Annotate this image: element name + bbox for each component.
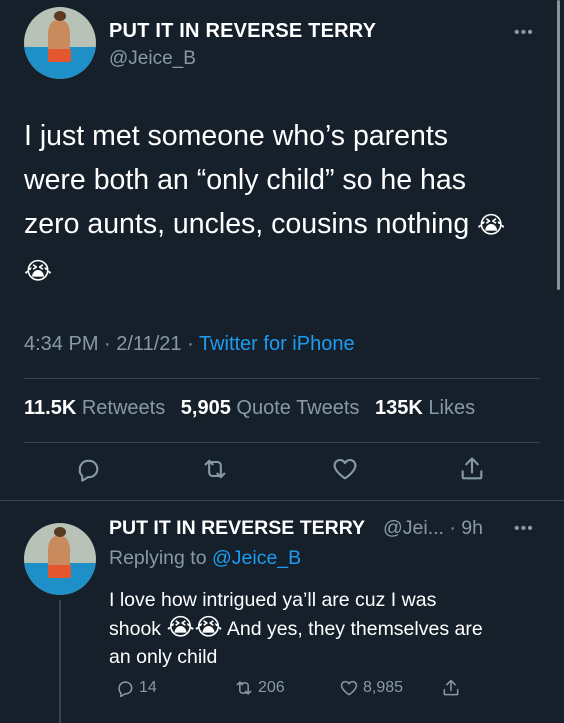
quote-tweets-stat[interactable]: 5,905 Quote Tweets [181, 397, 360, 419]
reply-handle-time[interactable]: @Jei... · 9h [383, 517, 483, 540]
tweet-text-line: zero aunts, uncles, cousins nothing 😭 [24, 208, 506, 240]
reply-text: I love how intrigued ya’ll are cuz I was… [109, 589, 483, 668]
reply-author-name[interactable]: PUT IT IN REVERSE TERRY [109, 517, 365, 540]
tweet-text: I just met someone who’s parents were bo… [24, 114, 534, 294]
tweet-text-line: were both an “only child” so he has [24, 164, 467, 196]
reply-share-button[interactable] [441, 678, 461, 698]
replying-to: Replying to @Jeice_B [109, 547, 302, 569]
reply-icon[interactable] [74, 455, 102, 483]
crying-emoji-icon: 😭 [477, 212, 506, 239]
tweet-meta: 4:34 PM · 2/11/21 · Twitter for iPhone [24, 333, 355, 355]
like-icon[interactable] [331, 455, 359, 483]
retweet-icon[interactable] [201, 455, 229, 483]
share-icon[interactable] [458, 455, 486, 483]
crying-emoji-icon: 😭 [166, 614, 195, 641]
tweet-text-line: I just met someone who’s parents [24, 120, 449, 152]
divider [24, 378, 540, 379]
replying-to-link[interactable]: @Jeice_B [212, 547, 301, 569]
share-icon [443, 679, 459, 696]
scrollbar[interactable] [557, 0, 560, 290]
author-handle[interactable]: @Jeice_B [109, 48, 196, 70]
crying-emoji-icon: 😭 [194, 614, 223, 641]
reply-icon [118, 681, 133, 698]
reply-more-options-icon[interactable]: ••• [514, 520, 534, 538]
reply-like-button[interactable]: 8,985 [339, 678, 403, 698]
more-options-icon[interactable]: ••• [514, 24, 534, 42]
divider [0, 500, 564, 501]
divider [24, 442, 540, 443]
tweet-stats: 11.5K Retweets 5,905 Quote Tweets 135K L… [24, 397, 475, 420]
tweet-date[interactable]: 2/11/21 [116, 333, 181, 355]
thread-line [59, 600, 61, 723]
like-icon [340, 680, 358, 696]
author-avatar[interactable] [24, 7, 96, 79]
reply-reply-button[interactable]: 14 [115, 678, 157, 698]
author-name[interactable]: PUT IT IN REVERSE TERRY [109, 20, 376, 43]
tweet-time: 4:34 PM [24, 333, 99, 355]
retweets-stat[interactable]: 11.5K Retweets [24, 397, 165, 419]
likes-stat[interactable]: 135K Likes [375, 397, 475, 419]
reply-author-avatar[interactable] [24, 523, 96, 595]
reply-retweet-button[interactable]: 206 [234, 678, 285, 698]
tweet-source-link[interactable]: Twitter for iPhone [199, 333, 355, 355]
retweet-icon [236, 681, 252, 695]
tweet-text-line: 😭 [24, 248, 534, 294]
crying-emoji-icon: 😭 [24, 258, 53, 285]
